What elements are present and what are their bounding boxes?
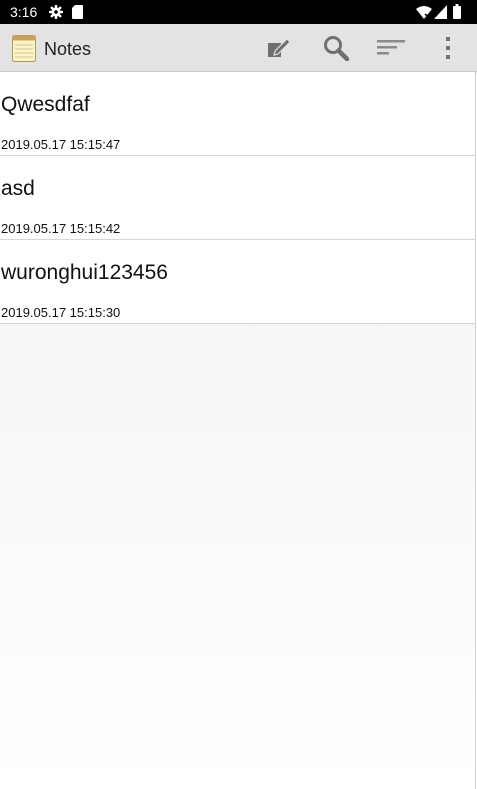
search-icon (324, 36, 349, 61)
app-bar: Notes (0, 24, 477, 72)
notes-list-area[interactable]: Qwesdfaf 2019.05.17 15:15:47 asd 2019.05… (0, 72, 476, 789)
note-date: 2019.05.17 15:15:47 (1, 137, 121, 152)
sort-button[interactable] (375, 32, 407, 64)
signal-icon (434, 5, 447, 19)
note-title: wuronghui123456 (1, 261, 168, 284)
sd-card-icon (72, 5, 83, 19)
status-bar: 3:16 (0, 0, 477, 24)
note-date: 2019.05.17 15:15:30 (1, 305, 121, 320)
note-list-item[interactable]: wuronghui123456 2019.05.17 15:15:30 (0, 240, 475, 324)
overflow-menu-icon (446, 37, 450, 59)
note-title: Qwesdfaf (1, 93, 90, 116)
app-title: Notes (44, 39, 92, 59)
new-note-button[interactable] (263, 32, 295, 64)
note-list-item[interactable]: Qwesdfaf 2019.05.17 15:15:47 (0, 72, 475, 156)
note-list-item[interactable]: asd 2019.05.17 15:15:42 (0, 156, 475, 240)
sort-icon (377, 40, 405, 55)
new-note-icon (268, 38, 291, 57)
overflow-menu-button[interactable] (432, 32, 464, 64)
note-date: 2019.05.17 15:15:42 (1, 221, 121, 236)
gear-icon (49, 5, 63, 19)
search-button[interactable] (320, 32, 352, 64)
notepad-icon (12, 35, 36, 62)
wifi-icon (416, 6, 432, 19)
notes-list: Qwesdfaf 2019.05.17 15:15:47 asd 2019.05… (0, 72, 475, 324)
battery-icon (453, 4, 461, 19)
note-title: asd (1, 177, 35, 200)
status-time: 3:16 (10, 4, 38, 20)
